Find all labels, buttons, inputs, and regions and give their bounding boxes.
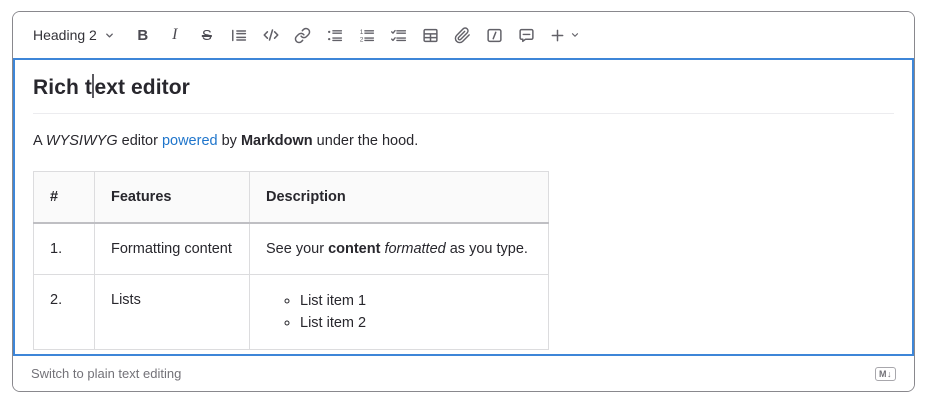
cell-description: See your content formatted as you type. [250, 223, 549, 275]
column-header-number: # [34, 171, 95, 223]
strikethrough-icon: S [202, 27, 212, 44]
column-header-features: Features [95, 171, 250, 223]
table-row: 1. Formatting content See your content f… [34, 223, 549, 275]
ordered-list-icon: 1 2 [358, 27, 375, 44]
bullet-list-icon [326, 27, 343, 44]
text-style-dropdown[interactable]: Heading 2 [27, 22, 121, 48]
editor-footer: Switch to plain text editing M↓ [13, 356, 914, 391]
details-block-button[interactable] [483, 22, 507, 48]
code-button[interactable] [259, 22, 283, 48]
text-style-label: Heading 2 [33, 27, 97, 43]
description-text: as you type. [446, 241, 528, 257]
description-text: See your [266, 241, 328, 257]
paragraph-text: editor [118, 133, 162, 149]
bullet-list: List item 1 List item 2 [266, 290, 532, 334]
powered-link[interactable]: powered [162, 133, 218, 149]
cell-feature: Lists [95, 275, 250, 350]
code-icon [262, 26, 280, 44]
task-list-icon [390, 27, 407, 44]
markdown-icon[interactable]: M↓ [875, 367, 896, 381]
cell-feature: Formatting content [95, 223, 250, 275]
bold-icon: B [137, 27, 148, 44]
plus-icon [550, 28, 565, 43]
paragraph-text: under the hood. [313, 133, 419, 149]
table-header-row: # Features Description [34, 171, 549, 223]
cell-number: 1. [34, 223, 95, 275]
chevron-down-icon [104, 30, 115, 41]
quote-button[interactable] [227, 22, 251, 48]
features-table: # Features Description 1. Formatting con… [33, 171, 549, 351]
column-header-description: Description [250, 171, 549, 223]
svg-text:2: 2 [360, 36, 364, 43]
switch-to-plain-text-button[interactable]: Switch to plain text editing [31, 366, 181, 381]
details-block-icon [486, 27, 503, 44]
task-list-button[interactable] [387, 22, 411, 48]
table-button[interactable] [419, 22, 443, 48]
bullet-list-button[interactable] [323, 22, 347, 48]
document-heading: Rich text editor [33, 73, 894, 114]
heading-text-before-caret: Rich t [33, 76, 92, 99]
bold-text: content [328, 241, 380, 257]
paperclip-icon [454, 27, 471, 44]
attachment-button[interactable] [451, 22, 475, 48]
comment-button[interactable] [515, 22, 539, 48]
cell-number: 2. [34, 275, 95, 350]
paragraph-text: A [33, 133, 46, 149]
editor-content-area[interactable]: Rich text editor A WYSIWYG editor powere… [13, 58, 914, 356]
paragraph-text: by [218, 133, 241, 149]
link-icon [294, 27, 311, 44]
more-options-button[interactable] [547, 22, 583, 48]
bold-button[interactable]: B [131, 22, 155, 48]
intro-paragraph: A WYSIWYG editor powered by Markdown und… [33, 131, 894, 151]
link-button[interactable] [291, 22, 315, 48]
cell-description: List item 1 List item 2 [250, 275, 549, 350]
editor-toolbar: Heading 2 B I S [13, 12, 914, 58]
comment-icon [518, 27, 535, 44]
heading-text-after-caret: ext editor [94, 76, 190, 99]
ordered-list-button[interactable]: 1 2 [355, 22, 379, 48]
italic-button[interactable]: I [163, 22, 187, 48]
bold-text: Markdown [241, 133, 313, 149]
italic-text: WYSIWYG [46, 133, 118, 149]
svg-text:1: 1 [360, 29, 364, 36]
italic-text: formatted [384, 241, 445, 257]
list-item: List item 1 [300, 290, 532, 312]
table-row: 2. Lists List item 1 List item 2 [34, 275, 549, 350]
rich-text-editor: Heading 2 B I S [12, 11, 915, 392]
list-item: List item 2 [300, 312, 532, 334]
table-icon [422, 27, 439, 44]
italic-icon: I [170, 26, 179, 44]
strikethrough-button[interactable]: S [195, 22, 219, 48]
chevron-down-icon [570, 30, 580, 40]
quote-icon [230, 27, 247, 44]
